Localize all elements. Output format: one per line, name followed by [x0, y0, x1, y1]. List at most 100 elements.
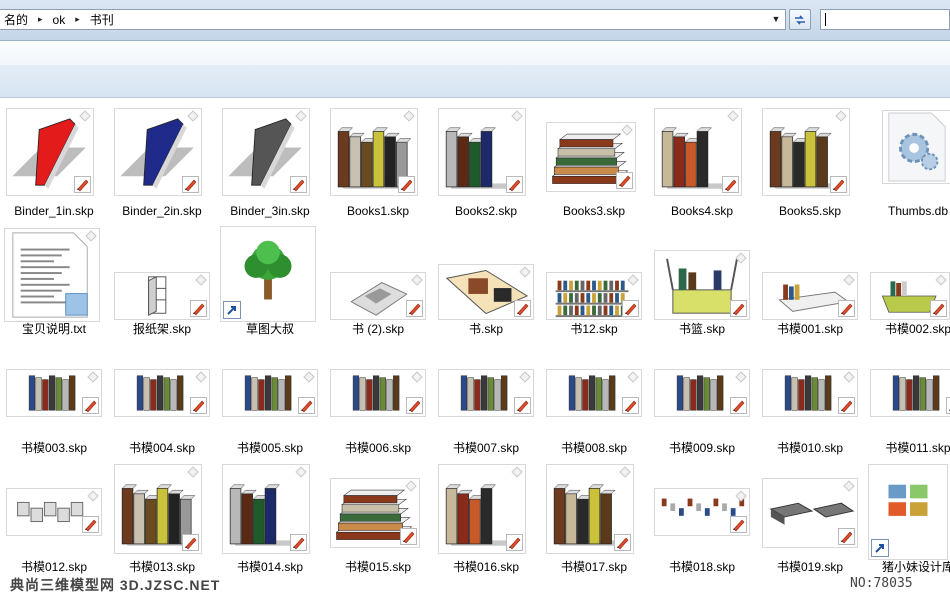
file-item[interactable]: 书篮.skp [648, 216, 756, 336]
sketchup-badge-icon [733, 303, 745, 316]
file-thumbnail[interactable] [762, 369, 858, 417]
file-item[interactable]: 书模010.skp [756, 335, 864, 455]
file-thumbnail[interactable] [438, 108, 526, 196]
file-thumbnail[interactable] [222, 369, 318, 417]
file-thumbnail[interactable] [6, 108, 94, 196]
file-item[interactable]: 书模004.skp [108, 335, 216, 455]
file-thumbnail[interactable] [654, 250, 750, 320]
chevron-right-icon[interactable]: ▸ [32, 14, 49, 25]
file-thumbnail[interactable] [114, 369, 210, 417]
file-item[interactable]: 宝贝说明.txt [0, 216, 108, 336]
file-thumbnail[interactable] [438, 369, 534, 417]
sketchup-badge [514, 397, 531, 414]
file-thumbnail[interactable] [220, 226, 316, 322]
file-thumbnail[interactable] [114, 108, 202, 196]
file-item[interactable]: Thumbs.db [864, 98, 950, 218]
file-item[interactable]: 书模016.skp [432, 454, 540, 574]
file-name: 书模005.skp [236, 441, 304, 455]
sketchup-badge [406, 300, 423, 317]
file-name: 书 (2).skp [351, 322, 404, 336]
shortcut-arrow-icon [871, 539, 889, 557]
sketchup-badge-icon [185, 537, 197, 550]
file-thumbnail[interactable] [6, 369, 102, 417]
file-thumbnail[interactable] [114, 464, 202, 554]
chevron-down-icon[interactable]: ▼ [769, 12, 783, 27]
file-item[interactable]: 书模008.skp [540, 335, 648, 455]
file-thumbnail[interactable] [330, 478, 420, 548]
file-thumbnail[interactable] [868, 464, 948, 560]
file-item[interactable]: 书模001.skp [756, 216, 864, 336]
sketchup-badge [514, 300, 531, 317]
file-item[interactable]: 书模014.skp [216, 454, 324, 574]
breadcrumb-item[interactable]: ok [49, 13, 70, 27]
breadcrumb-item[interactable]: 名的 [0, 11, 32, 28]
file-thumbnail[interactable] [222, 464, 310, 554]
file-item[interactable]: Binder_1in.skp [0, 98, 108, 218]
refresh-button[interactable] [789, 9, 811, 30]
file-item[interactable]: Binder_3in.skp [216, 98, 324, 218]
file-name: 书模013.skp [128, 560, 196, 574]
sketchup-badge-icon [833, 179, 845, 192]
file-thumbnail[interactable] [654, 108, 742, 196]
file-thumbnail[interactable] [6, 488, 102, 536]
breadcrumb-item[interactable]: 书刊 [86, 11, 118, 28]
file-item[interactable]: 书模005.skp [216, 335, 324, 455]
file-item[interactable]: 书模015.skp [324, 454, 432, 574]
file-thumbnail[interactable] [438, 464, 526, 554]
file-name: 书模003.skp [20, 441, 88, 455]
file-item[interactable]: 草图大叔 [216, 216, 324, 336]
file-thumbnail[interactable] [438, 264, 534, 320]
file-item[interactable]: 书模009.skp [648, 335, 756, 455]
file-thumbnail[interactable] [222, 108, 310, 196]
search-input[interactable] [820, 9, 950, 30]
chevron-right-icon[interactable]: ▸ [69, 14, 86, 25]
file-item[interactable]: 书模013.skp [108, 454, 216, 574]
file-item[interactable]: 书模006.skp [324, 335, 432, 455]
file-thumbnail[interactable] [546, 369, 642, 417]
file-item[interactable]: 猪小妹设计库 [864, 454, 950, 574]
file-thumbnail[interactable] [882, 110, 950, 184]
file-thumbnail[interactable] [114, 272, 210, 320]
sketchup-badge-icon [77, 179, 89, 192]
file-item[interactable]: Books1.skp [324, 98, 432, 218]
file-thumbnail[interactable] [870, 272, 950, 320]
file-thumbnail[interactable] [330, 108, 418, 196]
file-thumbnail[interactable] [870, 369, 950, 417]
file-thumbnail[interactable] [762, 272, 858, 320]
file-item[interactable]: 书.skp [432, 216, 540, 336]
sketchup-badge-icon [617, 537, 629, 550]
sketchup-badge-icon [509, 179, 521, 192]
file-item[interactable]: Binder_2in.skp [108, 98, 216, 218]
file-thumbnail[interactable] [546, 272, 642, 320]
file-item[interactable]: 书模017.skp [540, 454, 648, 574]
file-item[interactable]: Books3.skp [540, 98, 648, 218]
file-item[interactable]: Books2.skp [432, 98, 540, 218]
file-name: 书模002.skp [884, 322, 950, 336]
file-item[interactable]: 书模011.skp [864, 335, 950, 455]
file-item[interactable]: 书模003.skp [0, 335, 108, 455]
file-item[interactable]: 书模019.skp [756, 454, 864, 574]
file-thumbnail[interactable] [762, 108, 850, 196]
file-item[interactable]: Books4.skp [648, 98, 756, 218]
sketchup-badge-icon [403, 531, 415, 544]
file-item[interactable]: 报纸架.skp [108, 216, 216, 336]
file-thumbnail[interactable] [762, 478, 858, 548]
file-item[interactable]: 书模018.skp [648, 454, 756, 574]
file-item[interactable]: Books5.skp [756, 98, 864, 218]
file-item[interactable]: 书模007.skp [432, 335, 540, 455]
file-thumbnail[interactable] [4, 228, 100, 322]
file-thumbnail[interactable] [546, 122, 636, 192]
file-item[interactable]: 书12.skp [540, 216, 648, 336]
file-name: 书模009.skp [668, 441, 736, 455]
command-bar [0, 41, 950, 98]
address-bar[interactable]: 名的 ▸ ok ▸ 书刊 ▼ [0, 9, 786, 30]
file-thumbnail[interactable] [330, 272, 426, 320]
file-thumbnail[interactable] [654, 369, 750, 417]
file-thumbnail[interactable] [546, 464, 634, 554]
file-item[interactable]: 书模002.skp [864, 216, 950, 336]
sketchup-badge-icon [409, 400, 421, 413]
file-thumbnail[interactable] [330, 369, 426, 417]
file-item[interactable]: 书 (2).skp [324, 216, 432, 336]
file-thumbnail[interactable] [654, 488, 750, 536]
file-item[interactable]: 书模012.skp [0, 454, 108, 574]
